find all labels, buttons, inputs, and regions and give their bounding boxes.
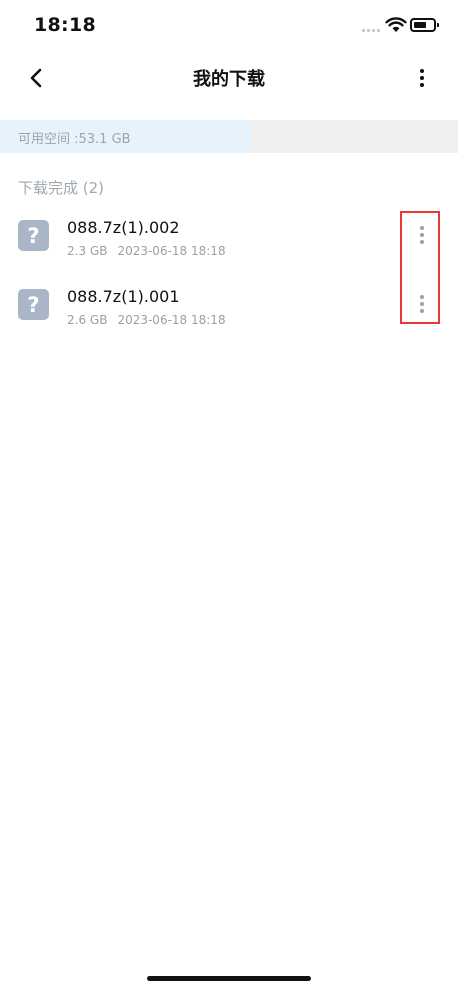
file-name: 088.7z(1).001: [67, 287, 180, 306]
more-dots-icon: [420, 226, 424, 230]
file-meta: 2.6 GB 2023-06-18 18:18: [67, 313, 226, 327]
unknown-file-icon: ?: [18, 289, 49, 320]
more-options-button[interactable]: [410, 64, 434, 92]
file-meta: 2.3 GB 2023-06-18 18:18: [67, 244, 226, 258]
more-dots-icon: [420, 69, 424, 73]
nav-bar: 我的下载: [0, 52, 458, 104]
file-name: 088.7z(1).002: [67, 218, 180, 237]
section-title-completed: 下载完成 (2): [18, 179, 105, 197]
list-item[interactable]: ? 088.7z(1).001 2.6 GB 2023-06-18 18:18: [0, 279, 458, 339]
wifi-icon: [385, 17, 407, 32]
file-date: 2023-06-18 18:18: [117, 313, 226, 327]
signal-icon: [362, 29, 380, 32]
home-indicator: [147, 976, 311, 981]
storage-available-label: 可用空间 :53.1 GB: [18, 132, 131, 147]
page-title: 我的下载: [193, 69, 265, 90]
file-size: 2.6 GB: [67, 313, 108, 327]
file-size: 2.3 GB: [67, 244, 108, 258]
unknown-file-icon: ?: [18, 220, 49, 251]
status-time: 18:18: [34, 14, 96, 36]
storage-bar: 可用空间 :53.1 GB: [0, 120, 458, 153]
file-more-button[interactable]: [410, 220, 434, 250]
list-item[interactable]: ? 088.7z(1).002 2.3 GB 2023-06-18 18:18: [0, 210, 458, 270]
status-bar: 18:18: [0, 0, 458, 52]
file-more-button[interactable]: [410, 289, 434, 319]
more-dots-icon: [420, 295, 424, 299]
file-date: 2023-06-18 18:18: [117, 244, 226, 258]
battery-icon: [410, 18, 439, 32]
